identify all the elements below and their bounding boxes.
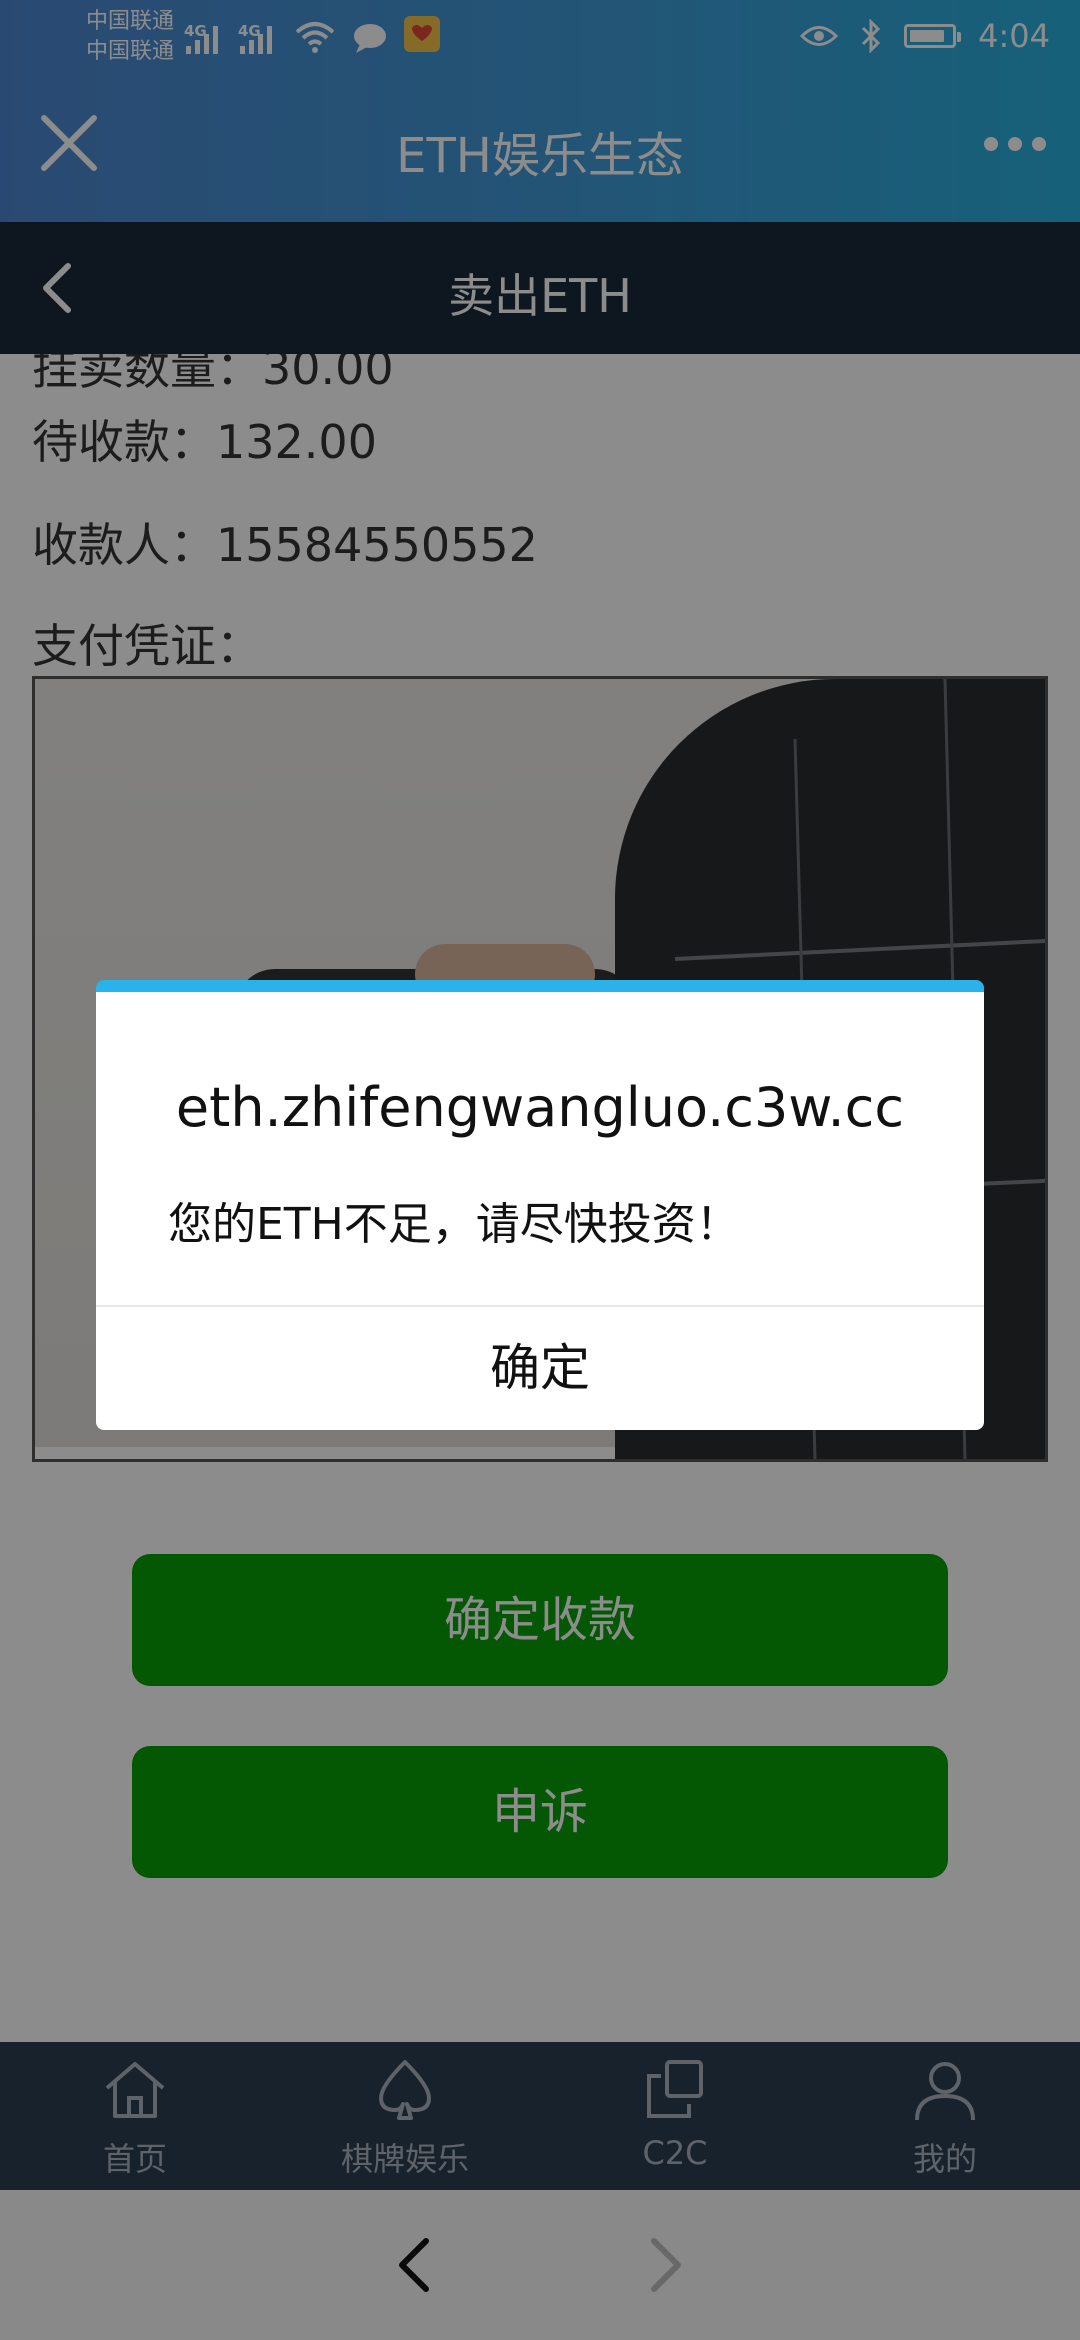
alert-dialog: eth.zhifengwangluo.c3w.cc 您的ETH不足，请尽快投资！… xyxy=(96,980,984,1430)
dialog-title: eth.zhifengwangluo.c3w.cc xyxy=(175,1076,905,1139)
dialog-ok-button[interactable]: 确定 xyxy=(96,1307,984,1430)
dialog-message: 您的ETH不足，请尽快投资！ xyxy=(168,1199,740,1250)
